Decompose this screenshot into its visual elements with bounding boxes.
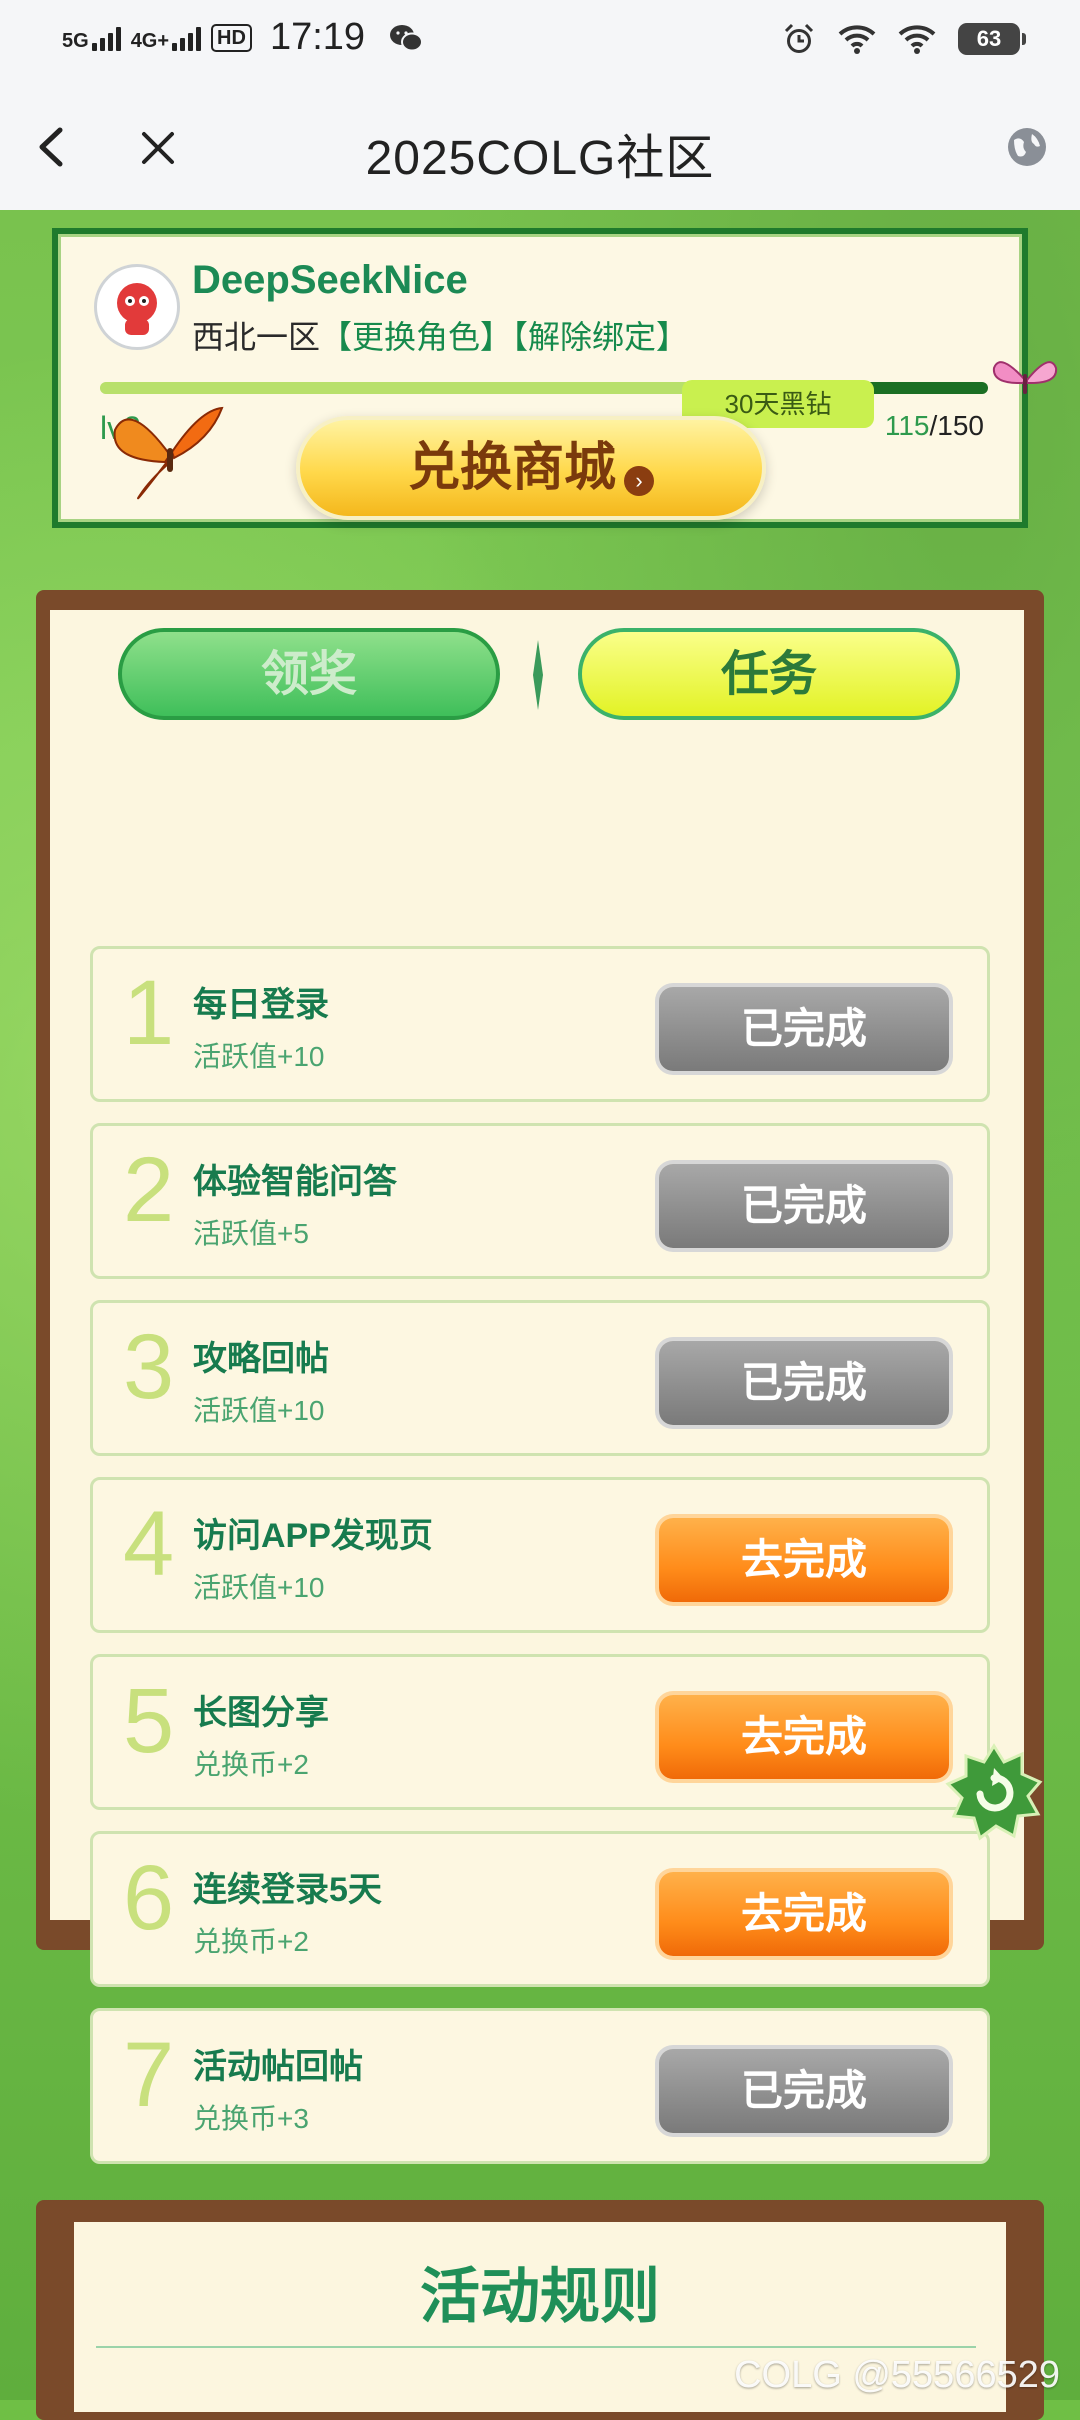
task-row: 2 体验智能问答活跃值+5 已完成 bbox=[90, 1123, 990, 1279]
task-completed-button[interactable]: 已完成 bbox=[659, 987, 949, 1071]
task-title: 连续登录5天 bbox=[193, 1871, 382, 1909]
butterfly-decoration bbox=[113, 406, 224, 500]
task-row: 4 访问APP发现页活跃值+10 去完成 bbox=[90, 1477, 990, 1633]
task-title: 活动帖回帖 bbox=[193, 2048, 363, 2086]
task-reward: 兑换币+3 bbox=[193, 2103, 309, 2134]
nav-bar: 2025COLG社区 bbox=[0, 84, 1080, 210]
tab-divider bbox=[533, 640, 543, 710]
task-reward: 活跃值+10 bbox=[193, 1572, 325, 1603]
exchange-shop-label: 兑换商城 bbox=[407, 437, 616, 498]
rules-divider bbox=[96, 2346, 976, 2348]
task-row: 7 活动帖回帖兑换币+3 已完成 bbox=[90, 2008, 990, 2164]
task-number: 1 bbox=[123, 962, 175, 1064]
chevron-right-icon: › bbox=[624, 465, 654, 496]
task-row: 1 每日登录活跃值+10 已完成 bbox=[90, 946, 990, 1102]
change-role-link[interactable]: 【更换角色】 bbox=[320, 319, 512, 355]
task-row: 3 攻略回帖活跃值+10 已完成 bbox=[90, 1300, 990, 1456]
task-title: 攻略回帖 bbox=[193, 1340, 329, 1378]
task-reward: 活跃值+10 bbox=[193, 1041, 325, 1072]
battery-icon: 63 bbox=[958, 23, 1026, 55]
wifi-icon bbox=[898, 25, 936, 54]
task-completed-button[interactable]: 已完成 bbox=[659, 1164, 949, 1248]
exp-counter: 115/150 bbox=[885, 410, 984, 442]
task-go-complete-button[interactable]: 去完成 bbox=[659, 1872, 949, 1956]
level-progress-fill bbox=[100, 382, 782, 394]
task-go-complete-button[interactable]: 去完成 bbox=[659, 1518, 949, 1602]
signal-bars-icon bbox=[172, 25, 202, 51]
status-left: 5G 4G+ HD 17:19 bbox=[62, 16, 424, 59]
signal-4g: 4G+ bbox=[131, 25, 202, 51]
globe-icon[interactable] bbox=[1004, 124, 1050, 170]
task-number: 2 bbox=[123, 1139, 175, 1241]
task-reward: 兑换币+2 bbox=[193, 1749, 309, 1780]
avatar[interactable] bbox=[94, 264, 180, 350]
refresh-icon[interactable] bbox=[944, 1742, 1044, 1842]
server-row: 西北一区【更换角色】【解除绑定】 bbox=[192, 312, 688, 358]
page-title: 2025COLG社区 bbox=[365, 132, 715, 185]
task-number: 4 bbox=[123, 1493, 175, 1595]
status-bar: 5G 4G+ HD 17:19 63 bbox=[0, 0, 1080, 84]
task-reward: 活跃值+5 bbox=[193, 1218, 309, 1249]
unbind-link[interactable]: 【解除绑定】 bbox=[512, 319, 688, 355]
watermark: COLG @55566529 bbox=[734, 2354, 1060, 2396]
hd-icon: HD bbox=[211, 23, 252, 52]
task-go-complete-button[interactable]: 去完成 bbox=[659, 1695, 949, 1779]
server-name: 西北一区 bbox=[192, 319, 321, 355]
wifi-icon bbox=[838, 25, 876, 54]
exp-max: /150 bbox=[929, 410, 985, 441]
status-time: 17:19 bbox=[269, 16, 366, 58]
avatar-image bbox=[99, 269, 175, 345]
task-completed-button[interactable]: 已完成 bbox=[659, 1341, 949, 1425]
task-number: 5 bbox=[123, 1670, 175, 1772]
task-title: 访问APP发现页 bbox=[193, 1517, 433, 1555]
task-number: 3 bbox=[123, 1316, 175, 1418]
task-title: 每日登录 bbox=[193, 986, 329, 1024]
task-reward: 活跃值+10 bbox=[193, 1395, 325, 1426]
task-row: 5 长图分享兑换币+2 去完成 bbox=[90, 1654, 990, 1810]
task-number: 7 bbox=[123, 2024, 175, 2126]
task-number: 6 bbox=[123, 1847, 175, 1949]
task-completed-button[interactable]: 已完成 bbox=[659, 2049, 949, 2133]
exp-current: 115 bbox=[884, 410, 930, 441]
status-right: 63 bbox=[782, 22, 1026, 56]
tab-claim-rewards[interactable]: 领奖 bbox=[118, 628, 500, 720]
butterfly-decoration bbox=[992, 361, 1058, 394]
tab-tasks[interactable]: 任务 bbox=[578, 628, 960, 720]
rules-title: 活动规则 bbox=[420, 2262, 660, 2332]
task-title: 长图分享 bbox=[193, 1694, 329, 1732]
task-reward: 兑换币+2 bbox=[193, 1926, 309, 1957]
exchange-shop-button[interactable]: 兑换商城 › bbox=[296, 416, 766, 520]
task-title: 体验智能问答 bbox=[193, 1163, 397, 1201]
wechat-icon bbox=[390, 24, 424, 51]
alarm-icon bbox=[784, 23, 814, 53]
signal-bars-icon bbox=[91, 25, 121, 51]
signal-5g: 5G bbox=[62, 25, 121, 51]
task-row: 6 连续登录5天兑换币+2 去完成 bbox=[90, 1831, 990, 1987]
username: DeepSeekNice bbox=[192, 258, 468, 302]
